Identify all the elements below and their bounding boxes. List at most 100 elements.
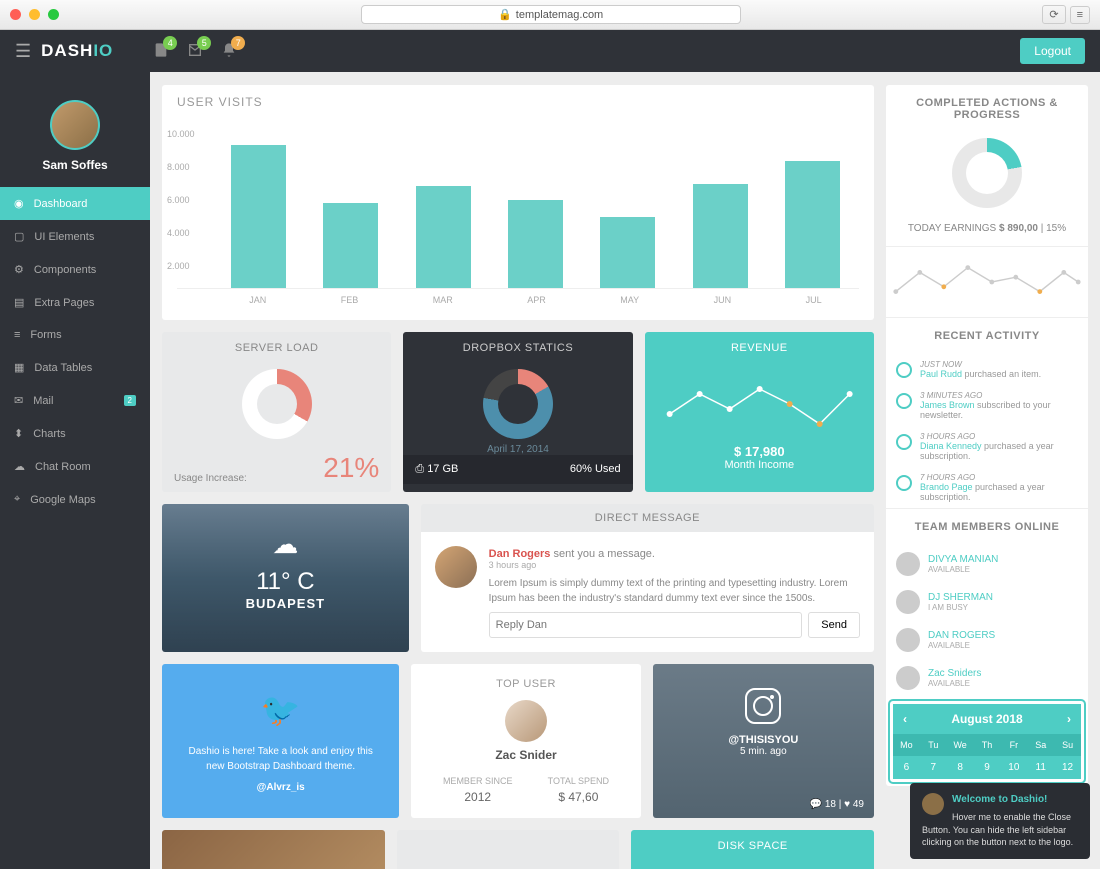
form-icon: ≡	[14, 329, 20, 341]
minimize-window-icon[interactable]	[29, 9, 40, 20]
grid-icon: ▦	[14, 361, 24, 374]
sidebar-user: Sam Soffes	[0, 85, 150, 187]
visits-panel: USER VISITS 10.0008.0006.0004.0002.000 J…	[162, 85, 874, 320]
activity-item: 3 MINUTES AGOJames Brown subscribed to y…	[886, 385, 1088, 426]
nav-ui-elements[interactable]: ▢UI Elements	[0, 220, 150, 253]
activity-item: 7 HOURS AGOBrando Page purchased a year …	[886, 467, 1088, 508]
instagram-icon	[745, 688, 781, 724]
screen-icon: ▢	[14, 230, 24, 243]
gauge-icon: ◉	[14, 197, 24, 210]
cal-day[interactable]: 12	[1054, 756, 1081, 779]
twitter-icon: 🐦	[180, 686, 381, 734]
member-item[interactable]: DIVYA MANIANAVAILABLE	[886, 545, 1088, 583]
activity-dot-icon	[896, 475, 912, 491]
visits-chart	[177, 119, 859, 289]
cal-prev-icon[interactable]: ‹	[903, 712, 907, 726]
server-donut	[242, 369, 312, 439]
avatar[interactable]	[50, 100, 100, 150]
member-avatar	[896, 666, 920, 690]
nav-chat-room[interactable]: ☁Chat Room	[0, 450, 150, 483]
top-user-card: TOP USER Zac Snider MEMBER SINCE2012 TOT…	[411, 664, 640, 818]
bar	[785, 161, 840, 289]
twitter-card: 🐦 Dashio is here! Take a look and enjoy …	[162, 664, 399, 818]
member-item[interactable]: Zac SnidersAVAILABLE	[886, 659, 1088, 697]
bell-icon[interactable]: 7	[221, 42, 237, 61]
nav-data-tables[interactable]: ▦Data Tables	[0, 351, 150, 384]
member-avatar	[896, 590, 920, 614]
nav-extra-pages[interactable]: ▤Extra Pages	[0, 286, 150, 319]
bar	[416, 186, 471, 288]
member-item[interactable]: DJ SHERMANI AM BUSY	[886, 583, 1088, 621]
disk-icon: ⎙ 17 GB	[415, 463, 458, 476]
reload-icon[interactable]: ⟳	[1042, 5, 1065, 24]
cloud-icon: ☁	[172, 529, 399, 560]
user-name: Sam Soffes	[0, 158, 150, 172]
close-window-icon[interactable]	[10, 9, 21, 20]
comment-icon: 💬 18	[810, 799, 836, 810]
maximize-window-icon[interactable]	[48, 9, 59, 20]
lock-icon: 🔒	[498, 8, 512, 21]
server-load-card: SERVER LOAD Usage Increase:21%	[162, 332, 391, 492]
bar	[231, 145, 286, 288]
welcome-tooltip[interactable]: Welcome to Dashio! Hover me to enable th…	[910, 783, 1090, 859]
visits-title: USER VISITS	[162, 85, 874, 119]
nav-charts[interactable]: ⬍Charts	[0, 417, 150, 450]
cal-next-icon[interactable]: ›	[1067, 712, 1071, 726]
weather-card: ☁ 11° C BUDAPEST	[162, 504, 409, 652]
cal-day[interactable]: 10	[1000, 756, 1027, 779]
instagram-card: @THISISYOU 5 min. ago 💬 18 | ♥ 49	[653, 664, 874, 818]
cal-day[interactable]: 9	[974, 756, 1001, 779]
doc-icon[interactable]: 4	[153, 42, 169, 61]
cal-day[interactable]: 6	[893, 756, 920, 779]
sidebar: Sam Soffes ◉Dashboard▢UI Elements⚙Compon…	[0, 30, 150, 869]
cogs-icon: ⚙	[14, 263, 24, 276]
send-button[interactable]: Send	[808, 612, 860, 638]
member-avatar	[896, 628, 920, 652]
topbar: ☰ DASHIO 457 Logout	[0, 30, 1100, 72]
sparkline	[891, 257, 1083, 307]
progress-donut	[952, 138, 1022, 208]
heart-icon: ♥ 49	[844, 799, 864, 810]
book-icon: ▤	[14, 296, 24, 309]
member-avatar	[896, 552, 920, 576]
nav-google-maps[interactable]: ⌖Google Maps	[0, 483, 150, 516]
calendar: ‹August 2018› MoTuWeThFrSaSu 6789101112	[890, 701, 1084, 782]
logout-button[interactable]: Logout	[1020, 38, 1085, 64]
nav-forms[interactable]: ≡Forms	[0, 319, 150, 351]
reader-icon[interactable]: ≡	[1070, 6, 1090, 24]
menu-toggle-icon[interactable]: ☰	[15, 41, 31, 62]
mail-icon: ✉	[14, 394, 23, 407]
bar	[508, 200, 563, 288]
revenue-card: REVENUE $ 17,980Month Income	[645, 332, 874, 492]
chat-icon: ☁	[14, 460, 25, 473]
nav-mail[interactable]: ✉Mail2	[0, 384, 150, 417]
browser-chrome: 🔒templatemag.com ⟳ ≡	[0, 0, 1100, 30]
progress-panel: COMPLETED ACTIONS & PROGRESS TODAY EARNI…	[886, 85, 1088, 786]
disk-space-card: DISK SPACE	[631, 830, 874, 869]
logo[interactable]: DASHIO	[41, 41, 113, 61]
pin-icon: ⌖	[14, 493, 20, 506]
dropbox-donut	[483, 369, 553, 439]
nav-dashboard[interactable]: ◉Dashboard	[0, 187, 150, 220]
reply-input[interactable]	[489, 612, 803, 638]
gray-card	[397, 830, 620, 869]
activity-dot-icon	[896, 434, 912, 450]
url-bar[interactable]: 🔒templatemag.com	[361, 5, 741, 24]
member-item[interactable]: DAN ROGERSAVAILABLE	[886, 621, 1088, 659]
dm-avatar	[435, 546, 477, 588]
cal-day[interactable]: 8	[947, 756, 974, 779]
activity-dot-icon	[896, 393, 912, 409]
activity-item: 3 HOURS AGODiana Kennedy purchased a yea…	[886, 426, 1088, 467]
cal-day[interactable]: 7	[920, 756, 947, 779]
topuser-avatar	[505, 700, 547, 742]
dropbox-card: DROPBOX STATICS April 17, 2014 ⎙ 17 GB60…	[403, 332, 632, 492]
chart-icon: ⬍	[14, 427, 23, 440]
bar	[693, 184, 748, 288]
direct-message-card: DIRECT MESSAGE Dan Rogers sent you a mes…	[421, 504, 874, 652]
bar	[600, 217, 655, 288]
cal-day[interactable]: 11	[1027, 756, 1054, 779]
photo-card	[162, 830, 385, 869]
bar	[323, 203, 378, 288]
nav-components[interactable]: ⚙Components	[0, 253, 150, 286]
mail-icon[interactable]: 5	[187, 42, 203, 61]
